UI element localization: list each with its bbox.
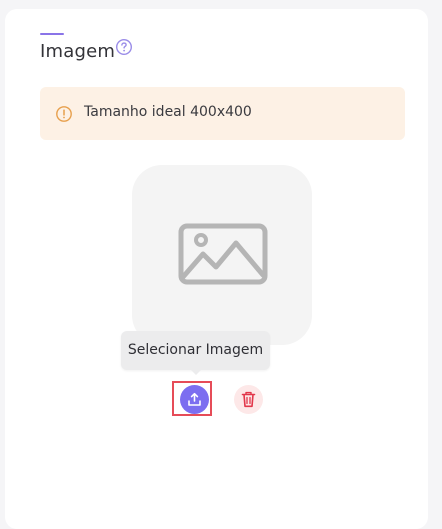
image-size-alert: Tamanho ideal 400x400 [40, 87, 405, 140]
question-circle-icon[interactable] [115, 38, 133, 56]
image-placeholder-icon [178, 223, 268, 285]
select-image-tooltip: Selecionar Imagem [121, 331, 270, 375]
delete-image-button[interactable] [234, 385, 263, 414]
image-preview[interactable] [132, 165, 312, 345]
alert-text: Tamanho ideal 400x400 [84, 104, 252, 120]
select-image-button[interactable] [180, 385, 209, 414]
section-title: Imagem [40, 41, 116, 62]
trash-icon [241, 391, 256, 408]
title-accent-bar [40, 33, 64, 35]
tooltip-arrow [190, 369, 202, 375]
tooltip-text: Selecionar Imagem [127, 342, 264, 358]
warning-circle-icon [55, 105, 73, 123]
upload-icon [188, 392, 201, 406]
